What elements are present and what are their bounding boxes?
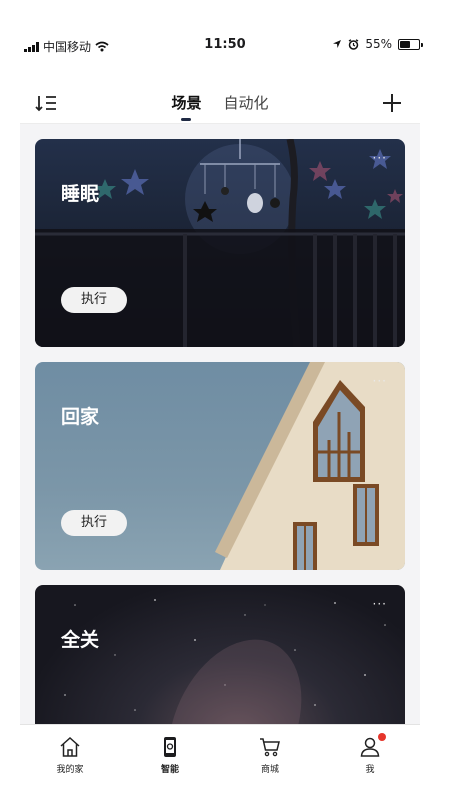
tabbar-label: 智能 (160, 765, 179, 775)
sleep-scene-image (35, 139, 405, 347)
add-icon[interactable] (380, 91, 404, 115)
scene-tabs: 场景 自动化 (20, 92, 420, 121)
home-scene-image (215, 362, 405, 570)
tab-scenes[interactable]: 场景 (171, 92, 202, 121)
tabbar-item-me[interactable]: 我 (320, 725, 420, 784)
tabbar-item-smart[interactable]: 智能 (120, 725, 220, 784)
more-icon[interactable]: ··· (373, 151, 387, 165)
battery-percent: 55% (365, 37, 392, 51)
tab-automation[interactable]: 自动化 (224, 92, 269, 113)
scene-card-sleep[interactable]: 睡眠 ··· 执行 (35, 139, 405, 347)
notification-badge (378, 733, 386, 741)
scene-list: 睡眠 ··· 执行 回家 ··· 执行 全关 ··· (20, 124, 420, 724)
bottom-tab-bar: 我的家 智能 商城 我 (20, 724, 420, 784)
execute-button[interactable]: 执行 (61, 287, 127, 313)
battery-icon (398, 38, 423, 50)
home-icon (60, 736, 80, 757)
tabbar-label: 我的家 (56, 765, 84, 775)
phone-icon (164, 737, 176, 757)
battery-fill (400, 40, 410, 48)
scene-card-home[interactable]: 回家 ··· 执行 (35, 362, 405, 570)
status-bar: 中国移动 11:50 55% (0, 0, 450, 90)
cart-icon (260, 738, 280, 757)
all-off-scene-image (64, 599, 386, 724)
scene-title: 回家 (61, 406, 100, 428)
scene-title: 睡眠 (61, 183, 100, 205)
location-icon (333, 40, 342, 48)
scene-header: 场景 自动化 (20, 86, 420, 124)
tabbar-item-home[interactable]: 我的家 (20, 725, 120, 784)
more-icon[interactable]: ··· (373, 374, 387, 388)
scene-card-all-off[interactable]: 全关 ··· (35, 585, 405, 724)
status-right: 55% (332, 37, 423, 51)
more-icon[interactable]: ··· (373, 597, 387, 611)
scene-title: 全关 (61, 629, 100, 651)
tabbar-label: 商城 (260, 765, 279, 775)
execute-button[interactable]: 执行 (61, 510, 127, 536)
tabbar-item-store[interactable]: 商城 (220, 725, 320, 784)
alarm-icon (348, 38, 359, 50)
tabbar-label: 我 (365, 765, 375, 775)
